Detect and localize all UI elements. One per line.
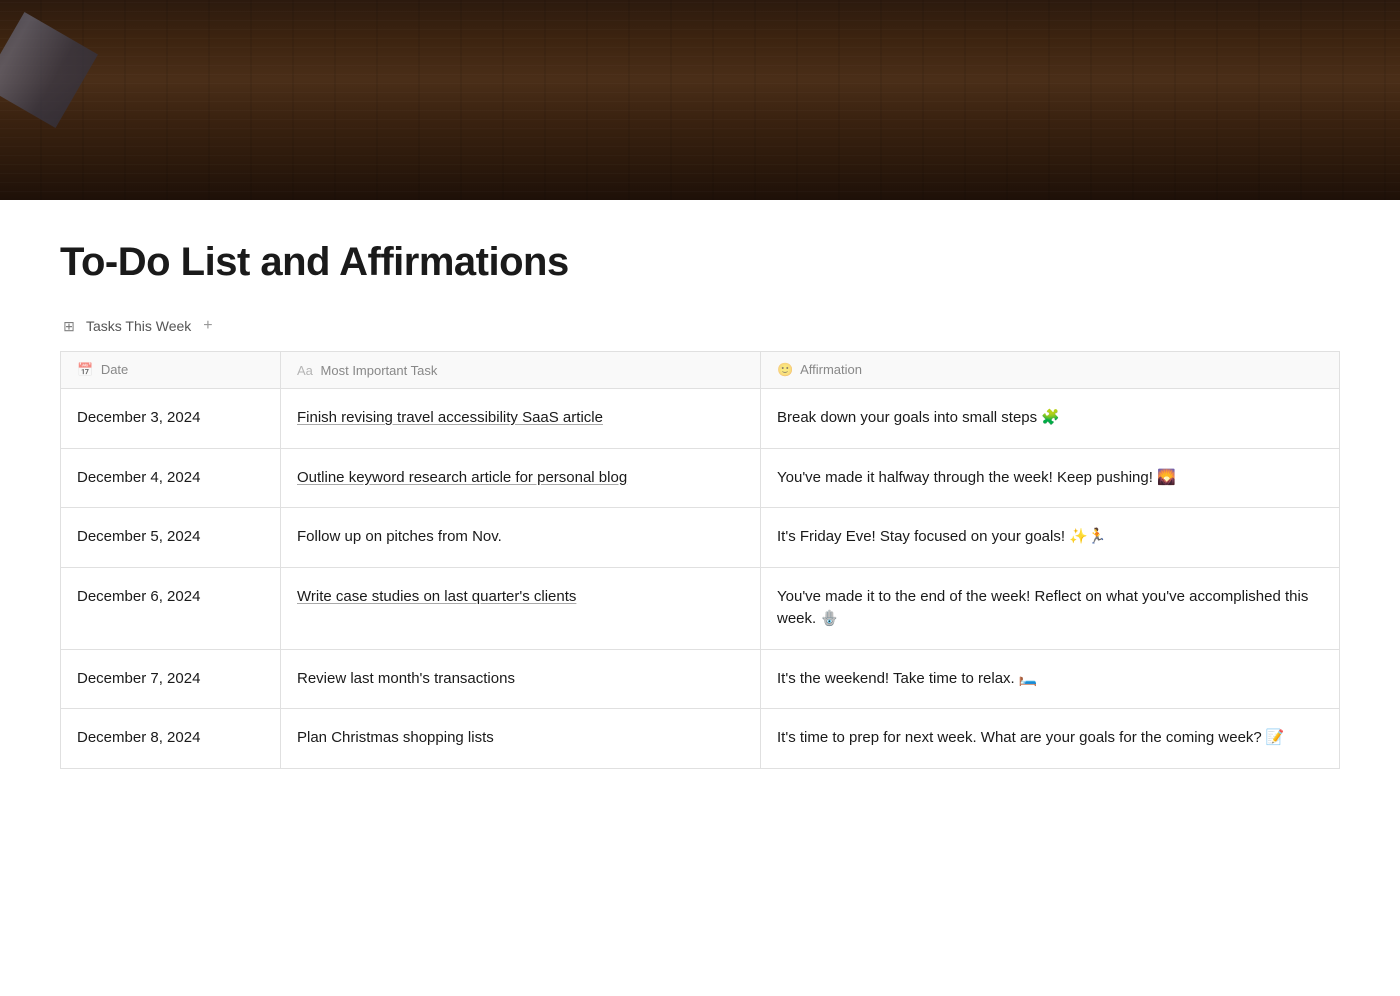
smile-icon: 🙂: [777, 362, 793, 378]
affirmation-cell: It's the weekend! Take time to relax. 🛏️: [761, 649, 1340, 709]
table-row: December 7, 2024Review last month's tran…: [61, 649, 1340, 709]
date-icon: 📅: [77, 362, 93, 378]
date-cell: December 8, 2024: [61, 709, 281, 769]
task-cell[interactable]: Outline keyword research article for per…: [281, 448, 761, 508]
date-cell: December 5, 2024: [61, 508, 281, 568]
table-header-row: 📅 Date Aa Most Important Task 🙂 Affirmat…: [61, 352, 1340, 389]
col-header-affirmation: 🙂 Affirmation: [761, 352, 1340, 389]
page-title: To-Do List and Affirmations: [60, 240, 1340, 285]
add-row-button[interactable]: +: [199, 317, 216, 335]
text-icon: Aa: [297, 363, 313, 378]
task-cell[interactable]: Finish revising travel accessibility Saa…: [281, 389, 761, 449]
col-header-task: Aa Most Important Task: [281, 352, 761, 389]
table-row: December 5, 2024Follow up on pitches fro…: [61, 508, 1340, 568]
task-cell[interactable]: Follow up on pitches from Nov.: [281, 508, 761, 568]
date-cell: December 4, 2024: [61, 448, 281, 508]
tasks-table: 📅 Date Aa Most Important Task 🙂 Affirmat…: [60, 351, 1340, 769]
affirmation-cell: Break down your goals into small steps 🧩: [761, 389, 1340, 449]
section-title: Tasks This Week: [86, 318, 191, 334]
affirmation-cell: It's time to prep for next week. What ar…: [761, 709, 1340, 769]
header-image: [0, 0, 1400, 200]
section-header: ⊞ Tasks This Week +: [60, 317, 1340, 335]
task-cell[interactable]: Plan Christmas shopping lists: [281, 709, 761, 769]
table-row: December 8, 2024Plan Christmas shopping …: [61, 709, 1340, 769]
date-cell: December 6, 2024: [61, 567, 281, 649]
col-header-date: 📅 Date: [61, 352, 281, 389]
task-cell[interactable]: Write case studies on last quarter's cli…: [281, 567, 761, 649]
affirmation-cell: You've made it to the end of the week! R…: [761, 567, 1340, 649]
affirmation-cell: It's Friday Eve! Stay focused on your go…: [761, 508, 1340, 568]
table-icon: ⊞: [60, 317, 78, 335]
task-cell[interactable]: Review last month's transactions: [281, 649, 761, 709]
date-cell: December 3, 2024: [61, 389, 281, 449]
affirmation-cell: You've made it halfway through the week!…: [761, 448, 1340, 508]
date-cell: December 7, 2024: [61, 649, 281, 709]
table-row: December 3, 2024Finish revising travel a…: [61, 389, 1340, 449]
table-row: December 6, 2024Write case studies on la…: [61, 567, 1340, 649]
table-row: December 4, 2024Outline keyword research…: [61, 448, 1340, 508]
